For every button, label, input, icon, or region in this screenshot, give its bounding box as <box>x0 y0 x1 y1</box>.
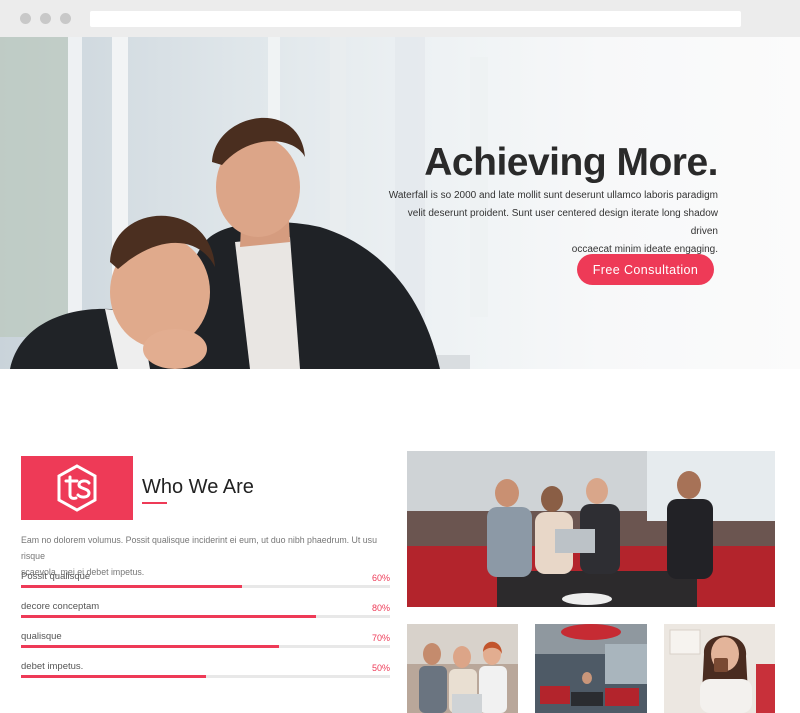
brand-logo <box>21 456 133 520</box>
free-consultation-button[interactable]: Free Consultation <box>577 254 714 285</box>
window-pane <box>0 37 68 337</box>
skill-bar: decore conceptam 80% <box>21 601 390 621</box>
person-head <box>423 643 441 665</box>
team-photo-image <box>407 624 518 713</box>
red-seat <box>540 686 570 704</box>
skill-track <box>21 615 390 618</box>
window-close-dot[interactable] <box>20 13 31 24</box>
hero-section: Achieving More. Waterfall is so 2000 and… <box>0 37 800 369</box>
skill-bar: qualisque 70% <box>21 631 390 651</box>
person-head <box>677 471 701 499</box>
skill-fill <box>21 615 317 618</box>
person-head <box>586 478 608 504</box>
skill-label: Possit qualisque <box>21 571 91 582</box>
skill-bar: debet impetus. 50% <box>21 661 390 681</box>
logo-hexagon <box>57 464 97 512</box>
address-bar[interactable] <box>90 11 741 27</box>
window-maximize-dot[interactable] <box>60 13 71 24</box>
meeting-photo-image <box>407 451 775 607</box>
person-body <box>419 666 447 713</box>
skill-label: decore conceptam <box>21 601 100 612</box>
person-body <box>479 666 507 713</box>
skill-label: debet impetus. <box>21 661 84 672</box>
skill-fill <box>21 675 206 678</box>
lounge-photo-image <box>535 624 647 706</box>
gallery-photo-lounge[interactable] <box>535 624 647 713</box>
skill-track <box>21 645 390 648</box>
brand-logo-icon <box>57 464 97 512</box>
hero-paragraph-line: Waterfall is so 2000 and late mollit sun… <box>388 190 718 201</box>
gallery-photo-team[interactable] <box>407 624 518 713</box>
skill-percent: 50% <box>371 663 390 673</box>
title-underline <box>142 502 167 504</box>
hero-paragraph: Waterfall is so 2000 and late mollit sun… <box>388 187 718 259</box>
coffee-table <box>562 593 612 605</box>
skill-fill <box>21 645 280 648</box>
red-seat <box>605 688 639 706</box>
browser-chrome <box>0 0 800 37</box>
dark-seat <box>571 692 603 706</box>
laptop <box>452 694 482 713</box>
logo-letter-t <box>64 475 79 500</box>
woman-photo-image <box>664 624 775 713</box>
skill-fill <box>21 585 243 588</box>
photo-frame <box>669 629 701 655</box>
person-head <box>582 672 592 684</box>
intro-line: Eam no dolorem volumus. Possit qualisque… <box>21 535 377 561</box>
gallery-photo-meeting[interactable] <box>407 451 775 607</box>
section-title: Who We Are <box>142 476 254 498</box>
window-frame <box>68 37 82 317</box>
person-body <box>487 507 532 577</box>
hero-title: Achieving More. <box>424 141 718 184</box>
gallery-photo-woman[interactable] <box>664 624 775 713</box>
person-head <box>495 479 519 507</box>
window-minimize-dot[interactable] <box>40 13 51 24</box>
hero-paragraph-line: velit deserunt proident. Sunt user cente… <box>407 208 718 237</box>
photo-window <box>605 644 647 684</box>
skill-label: qualisque <box>21 631 62 642</box>
skill-track <box>21 585 390 588</box>
skill-percent: 70% <box>371 633 390 643</box>
woman-body <box>700 679 752 713</box>
red-lamp <box>561 624 621 640</box>
skill-track <box>21 675 390 678</box>
man-smiling-hand <box>143 329 207 369</box>
person-head <box>453 646 471 668</box>
logo-letter-s <box>76 479 91 499</box>
red-chair <box>756 664 775 713</box>
person-body <box>667 499 713 579</box>
person-head <box>541 486 563 512</box>
skill-bar: Possit qualisque 60% <box>21 571 390 591</box>
coffee-cup <box>714 658 728 672</box>
laptop <box>555 529 595 553</box>
skill-percent: 60% <box>371 573 390 583</box>
skill-percent: 80% <box>371 603 390 613</box>
